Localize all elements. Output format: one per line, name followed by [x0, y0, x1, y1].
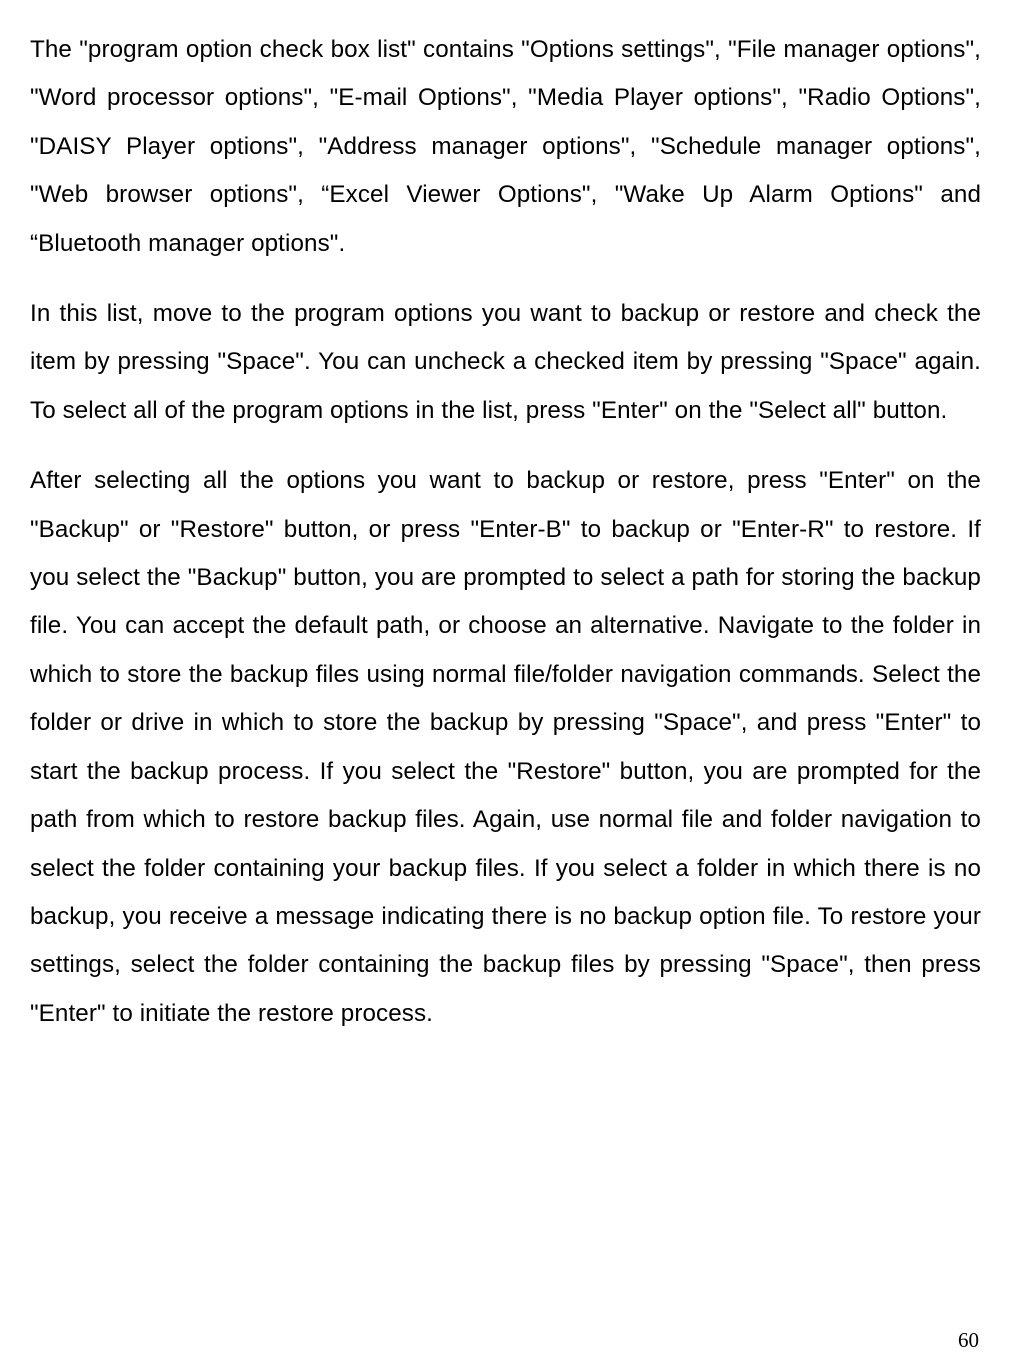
body-paragraph-3: After selecting all the options you want…	[30, 457, 981, 1038]
page-number: 60	[958, 1328, 979, 1353]
body-paragraph-1: The "program option check box list" cont…	[30, 26, 981, 268]
body-paragraph-2: In this list, move to the program option…	[30, 290, 981, 435]
